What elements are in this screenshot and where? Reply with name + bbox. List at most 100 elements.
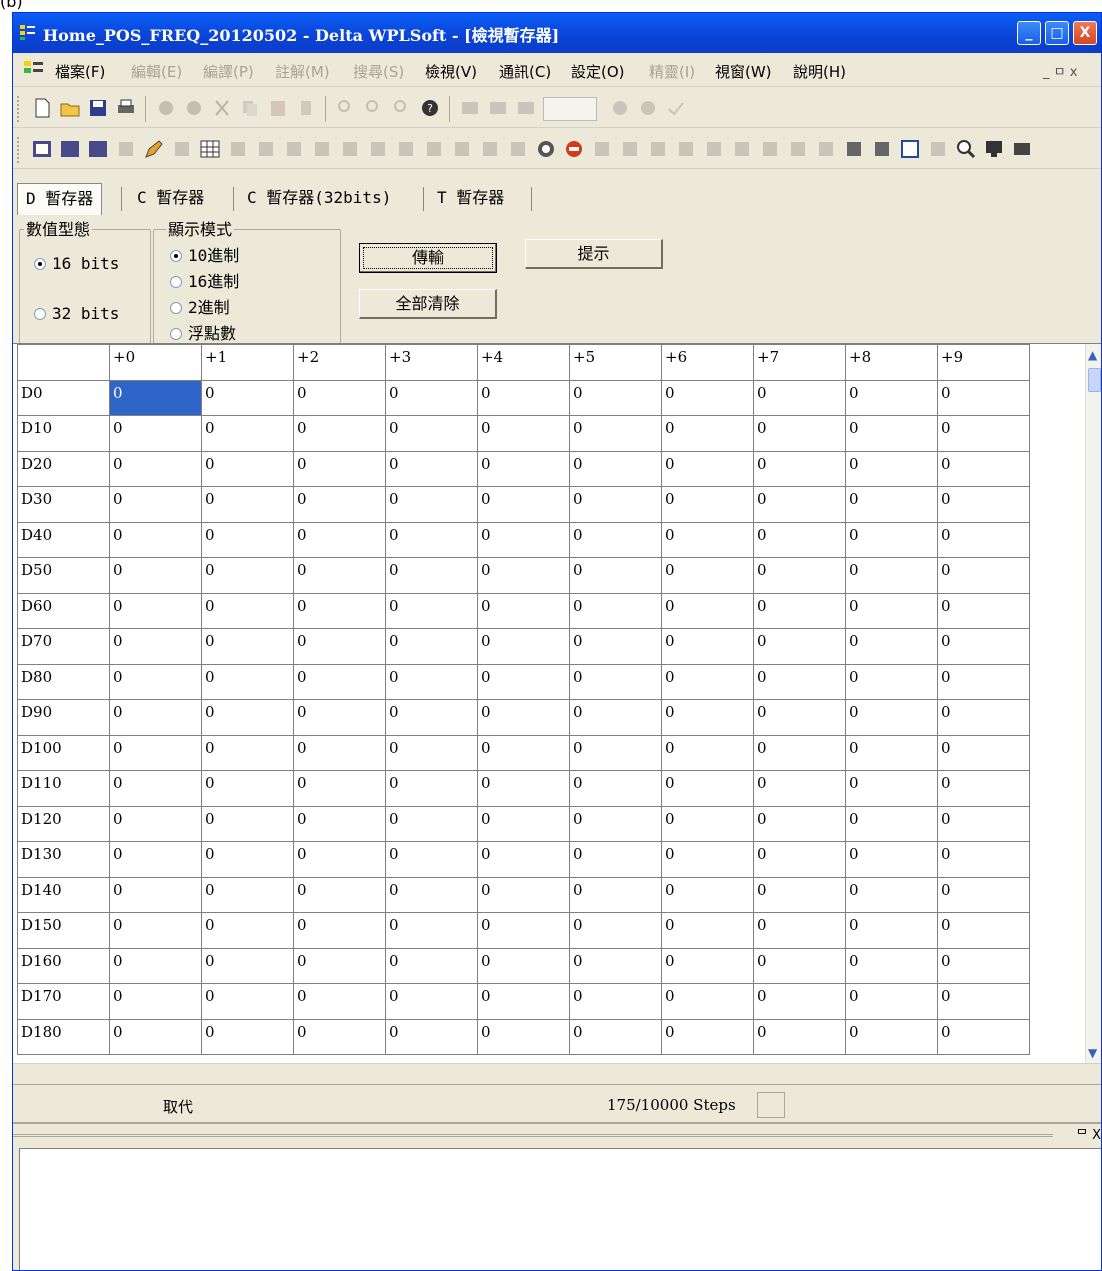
- register-cell[interactable]: 0: [845, 841, 938, 878]
- register-cell[interactable]: 0: [477, 557, 570, 594]
- register-cell[interactable]: 0: [109, 379, 202, 416]
- register-cell[interactable]: 0: [845, 770, 938, 807]
- register-cell[interactable]: 0: [201, 379, 294, 416]
- register-cell[interactable]: 0: [937, 1018, 1030, 1055]
- tool-icon-k[interactable]: [507, 138, 529, 160]
- tool-icon-c[interactable]: [283, 138, 305, 160]
- register-cell[interactable]: 0: [937, 770, 1030, 807]
- register-cell[interactable]: 0: [569, 1018, 662, 1055]
- tool-icon-s[interactable]: [787, 138, 809, 160]
- register-cell[interactable]: 0: [477, 983, 570, 1020]
- register-cell[interactable]: 0: [109, 592, 202, 629]
- paste-icon[interactable]: [267, 97, 289, 119]
- register-cell[interactable]: 0: [385, 841, 478, 878]
- hint-button[interactable]: 提示: [525, 239, 663, 269]
- register-cell[interactable]: 0: [937, 521, 1030, 558]
- register-cell[interactable]: 0: [661, 699, 754, 736]
- register-cell[interactable]: 0: [753, 557, 846, 594]
- register-cell[interactable]: 0: [937, 841, 1030, 878]
- register-cell[interactable]: 0: [477, 805, 570, 842]
- save-icon[interactable]: [87, 97, 109, 119]
- register-cell[interactable]: 0: [109, 450, 202, 487]
- scroll-down-arrow-icon[interactable]: ▼: [1088, 1046, 1097, 1060]
- register-cell[interactable]: 0: [385, 450, 478, 487]
- register-cell[interactable]: 0: [569, 841, 662, 878]
- register-cell[interactable]: 0: [201, 983, 294, 1020]
- register-cell[interactable]: 0: [201, 699, 294, 736]
- register-cell[interactable]: 0: [753, 841, 846, 878]
- tool-icon-h[interactable]: [423, 138, 445, 160]
- register-cell[interactable]: 0: [569, 770, 662, 807]
- document-menu-icon[interactable]: [23, 59, 45, 79]
- register-cell[interactable]: 0: [845, 450, 938, 487]
- tool-icon-n[interactable]: [647, 138, 669, 160]
- register-cell[interactable]: 0: [569, 983, 662, 1020]
- tool-icon-f[interactable]: [367, 138, 389, 160]
- sfc-mode-icon[interactable]: [87, 138, 109, 160]
- scroll-up-arrow-icon[interactable]: ▲: [1088, 348, 1097, 362]
- cut-icon[interactable]: [211, 97, 233, 119]
- register-cell[interactable]: 0: [477, 592, 570, 629]
- register-cell[interactable]: 0: [937, 734, 1030, 771]
- register-cell[interactable]: 0: [477, 486, 570, 523]
- redo-icon[interactable]: [183, 97, 205, 119]
- register-cell[interactable]: 0: [569, 557, 662, 594]
- register-cell[interactable]: 0: [201, 450, 294, 487]
- register-cell[interactable]: 0: [569, 486, 662, 523]
- register-cell[interactable]: 0: [569, 592, 662, 629]
- find-prev-icon[interactable]: [391, 97, 413, 119]
- register-cell[interactable]: 0: [661, 592, 754, 629]
- register-cell[interactable]: 0: [109, 770, 202, 807]
- output-panel-controls[interactable]: ᄆ X: [1076, 1124, 1101, 1143]
- register-cell[interactable]: 0: [385, 983, 478, 1020]
- register-cell[interactable]: 0: [569, 805, 662, 842]
- transfer-button[interactable]: 傳輸: [359, 243, 497, 273]
- register-cell[interactable]: 0: [845, 699, 938, 736]
- vertical-scrollbar[interactable]: ▲ ▼: [1085, 344, 1101, 1063]
- register-cell[interactable]: 0: [845, 557, 938, 594]
- register-cell[interactable]: 0: [753, 983, 846, 1020]
- register-cell[interactable]: 0: [201, 592, 294, 629]
- register-cell[interactable]: 0: [385, 486, 478, 523]
- register-cell[interactable]: 0: [109, 628, 202, 665]
- menu-search[interactable]: 搜尋(S): [353, 61, 404, 82]
- register-cell[interactable]: 0: [753, 486, 846, 523]
- register-cell[interactable]: 0: [937, 450, 1030, 487]
- register-cell[interactable]: 0: [661, 1018, 754, 1055]
- register-cell[interactable]: 0: [845, 1018, 938, 1055]
- register-cell[interactable]: 0: [661, 521, 754, 558]
- register-cell[interactable]: 0: [845, 876, 938, 913]
- radio-32-bits[interactable]: 32 bits: [34, 304, 119, 323]
- register-cell[interactable]: 0: [845, 983, 938, 1020]
- tool-icon-l[interactable]: [591, 138, 613, 160]
- register-cell[interactable]: 0: [753, 521, 846, 558]
- register-cell[interactable]: 0: [293, 912, 386, 949]
- register-cell[interactable]: 0: [569, 947, 662, 984]
- register-cell[interactable]: 0: [937, 592, 1030, 629]
- register-cell[interactable]: 0: [753, 734, 846, 771]
- ladder-mode-icon[interactable]: [31, 138, 53, 160]
- tool-icon-d[interactable]: [311, 138, 333, 160]
- register-cell[interactable]: 0: [201, 486, 294, 523]
- radio-decimal[interactable]: 10進制: [170, 242, 239, 266]
- register-cell[interactable]: 0: [937, 947, 1030, 984]
- register-cell[interactable]: 0: [937, 379, 1030, 416]
- edit-mode-icon[interactable]: [115, 138, 137, 160]
- maximize-button[interactable]: □: [1045, 21, 1069, 45]
- tool-icon-t[interactable]: [815, 138, 837, 160]
- register-cell[interactable]: 0: [661, 947, 754, 984]
- register-cell[interactable]: 0: [385, 592, 478, 629]
- register-cell[interactable]: 0: [753, 912, 846, 949]
- menu-compile[interactable]: 編譯(P): [203, 61, 254, 82]
- register-cell[interactable]: 0: [937, 486, 1030, 523]
- copy-icon[interactable]: [239, 97, 261, 119]
- register-cell[interactable]: 0: [753, 1018, 846, 1055]
- menu-help[interactable]: 說明(H): [793, 61, 846, 82]
- menu-edit[interactable]: 編輯(E): [131, 61, 182, 82]
- register-cell[interactable]: 0: [937, 912, 1030, 949]
- register-cell[interactable]: 0: [845, 947, 938, 984]
- register-cell[interactable]: 0: [845, 912, 938, 949]
- register-cell[interactable]: 0: [201, 841, 294, 878]
- menu-communication[interactable]: 通訊(C): [499, 61, 551, 82]
- tool-icon-w[interactable]: [927, 138, 949, 160]
